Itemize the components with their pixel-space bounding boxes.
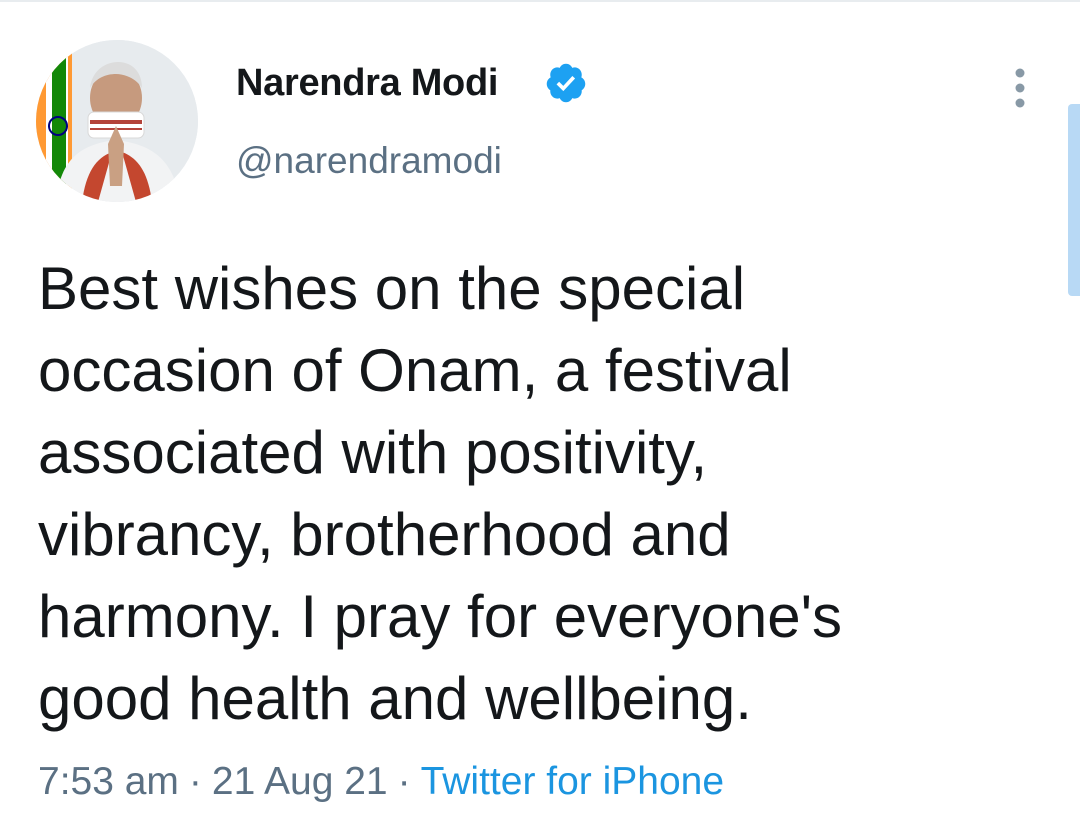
avatar[interactable] — [36, 40, 198, 202]
tweet-metadata: 7:53 am · 21 Aug 21 · Twitter for iPhone — [38, 760, 724, 804]
author-handle[interactable]: @narendramodi — [236, 140, 502, 182]
tweet-text-line: harmony. I pray for everyone's — [38, 583, 843, 650]
tweet-text-line: occasion of Onam, a festival — [38, 337, 792, 404]
top-divider — [0, 0, 1080, 2]
tweet-text-line: good health and wellbeing. — [38, 665, 752, 732]
meta-separator: · — [188, 760, 202, 803]
tweet-text-line: associated with positivity, — [38, 419, 708, 486]
more-options-button[interactable] — [1000, 62, 1040, 114]
tweet-text-line: vibrancy, brotherhood and — [38, 501, 731, 568]
tweet-text: Best wishes on the special occasion of O… — [38, 248, 958, 740]
scroll-indicator[interactable] — [1068, 104, 1080, 296]
author-display-name[interactable]: Narendra Modi — [236, 62, 498, 105]
meta-separator: · — [397, 760, 411, 803]
tweet-date[interactable]: 21 Aug 21 — [212, 760, 388, 803]
vertical-ellipsis-icon — [1015, 68, 1025, 108]
avatar-image — [36, 40, 198, 202]
tweet-source-link[interactable]: Twitter for iPhone — [421, 760, 724, 803]
verified-badge-icon — [544, 61, 588, 105]
tweet-time[interactable]: 7:53 am — [38, 760, 179, 803]
tweet-text-line: Best wishes on the special — [38, 255, 746, 322]
